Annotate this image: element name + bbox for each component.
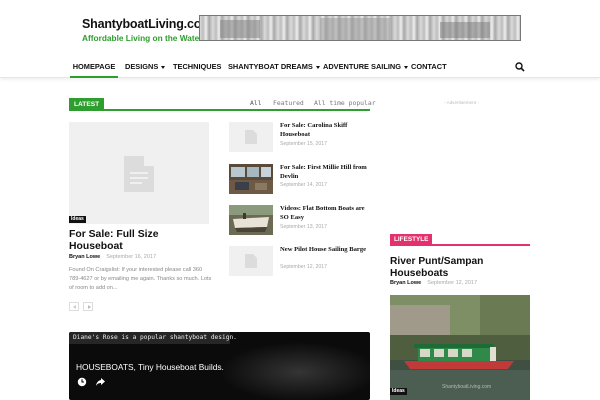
- boat-build-photo: [229, 205, 273, 235]
- post-thumbnail[interactable]: [229, 164, 273, 194]
- list-post-title[interactable]: For Sale: First Millie Hill from Devlin: [280, 164, 370, 181]
- document-icon: [245, 130, 257, 144]
- nav-label: DESIGNS: [125, 62, 159, 71]
- nav-label: SHANTYBOAT DREAMS: [228, 62, 313, 71]
- sidebar-post-meta: Bryan Lowe September 12, 2017: [390, 280, 477, 286]
- chevron-right-icon: [88, 305, 91, 309]
- featured-post-title[interactable]: For Sale: Full Size Houseboat: [69, 229, 209, 253]
- nav-item-techniques[interactable]: TECHNIQUES: [173, 56, 221, 78]
- list-post-title[interactable]: Videos: Flat Bottom Boats are SO Easy: [280, 205, 370, 222]
- nav-item-designs[interactable]: DESIGNS: [125, 56, 166, 78]
- logo-title-part1: Shantyboat: [82, 17, 149, 31]
- list-post-date: September 13, 2017: [280, 224, 328, 230]
- sidebar-post-title[interactable]: River Punt/Sampan Houseboats: [390, 256, 530, 280]
- image-watermark: ShantyboatLiving.com: [442, 384, 492, 390]
- document-icon: [124, 156, 154, 192]
- post-thumbnail[interactable]: [229, 122, 273, 152]
- video-title[interactable]: HOUSEBOATS, Tiny Houseboat Builds.: [76, 362, 224, 372]
- share-icon[interactable]: [95, 377, 106, 387]
- chevron-down-icon: [161, 65, 166, 69]
- clock-icon[interactable]: [77, 377, 87, 387]
- video-frame: [219, 342, 370, 400]
- next-page-button[interactable]: [83, 302, 93, 311]
- featured-post-meta: Bryan Lowe September 16, 2017: [69, 254, 156, 260]
- chevron-down-icon: [315, 65, 320, 69]
- post-date: September 16, 2017: [106, 254, 157, 260]
- post-date: September 12, 2017: [427, 280, 478, 286]
- filter-featured[interactable]: Featured: [273, 99, 304, 107]
- featured-post-excerpt: Found On Craigslist: If your interested …: [69, 267, 212, 291]
- lifestyle-block-header: LIFESTYLE: [390, 234, 530, 246]
- nav-label: HOMEPAGE: [72, 62, 116, 71]
- sidebar-post-image[interactable]: Ideas ShantyboatLiving.com: [390, 295, 530, 400]
- search-icon[interactable]: [514, 60, 526, 72]
- nav-label: ADVENTURE SAILING: [323, 62, 402, 71]
- list-post-date: September 15, 2017: [280, 141, 328, 147]
- logo-tagline: Affordable Living on the Water: [82, 33, 203, 43]
- logo-title-part2: Living: [148, 17, 184, 31]
- list-post-date: September 14, 2017: [280, 182, 328, 188]
- video-caption: Diane's Rose is a popular shantyboat des…: [69, 332, 237, 344]
- post-thumbnail[interactable]: [229, 205, 273, 235]
- filter-all-time-popular[interactable]: All time popular: [314, 99, 376, 107]
- chevron-left-icon: [73, 305, 76, 309]
- main-nav: HOMEPAGE DESIGNS TECHNIQUES SHANTYBOAT D…: [0, 56, 600, 78]
- nav-item-adventure-sailing[interactable]: ADVENTURE SAILING: [323, 56, 409, 78]
- header-banner-image[interactable]: [199, 15, 521, 41]
- list-post-date: September 12, 2017: [280, 264, 328, 270]
- category-tag[interactable]: Ideas: [69, 216, 86, 223]
- cabin-interior-photo: [229, 164, 273, 194]
- nav-item-homepage[interactable]: HOMEPAGE: [70, 56, 118, 78]
- author-link[interactable]: Bryan Lowe: [390, 280, 421, 286]
- post-thumbnail[interactable]: [229, 246, 273, 276]
- nav-item-contact[interactable]: CONTACT: [411, 56, 447, 78]
- author-link[interactable]: Bryan Lowe: [69, 254, 100, 260]
- video-player[interactable]: Diane's Rose is a popular shantyboat des…: [69, 332, 370, 400]
- chevron-down-icon: [404, 65, 409, 69]
- advertisement-label: - Advertisement -: [444, 100, 479, 105]
- nav-label: CONTACT: [411, 62, 447, 71]
- site-header: ShantyboatLiving.com Affordable Living o…: [0, 0, 600, 52]
- logo-title: ShantyboatLiving.com: [82, 17, 212, 31]
- nav-label: TECHNIQUES: [173, 62, 222, 71]
- document-icon: [245, 254, 257, 268]
- list-post-title[interactable]: For Sale: Carolina Skiff Houseboat: [280, 122, 370, 139]
- filter-all[interactable]: All: [250, 99, 262, 107]
- latest-block-header: LATEST All Featured All time popular: [69, 98, 376, 111]
- featured-post-thumbnail[interactable]: [69, 122, 209, 224]
- site-logo[interactable]: ShantyboatLiving.com Affordable Living o…: [82, 17, 212, 43]
- list-post-title[interactable]: New Pilot House Sailing Barge: [280, 246, 370, 255]
- category-tag[interactable]: Ideas: [390, 388, 407, 395]
- prev-page-button[interactable]: [69, 302, 79, 311]
- lifestyle-label: LIFESTYLE: [390, 234, 433, 246]
- nav-item-shantyboat-dreams[interactable]: SHANTYBOAT DREAMS: [228, 56, 320, 78]
- latest-label: LATEST: [69, 98, 105, 111]
